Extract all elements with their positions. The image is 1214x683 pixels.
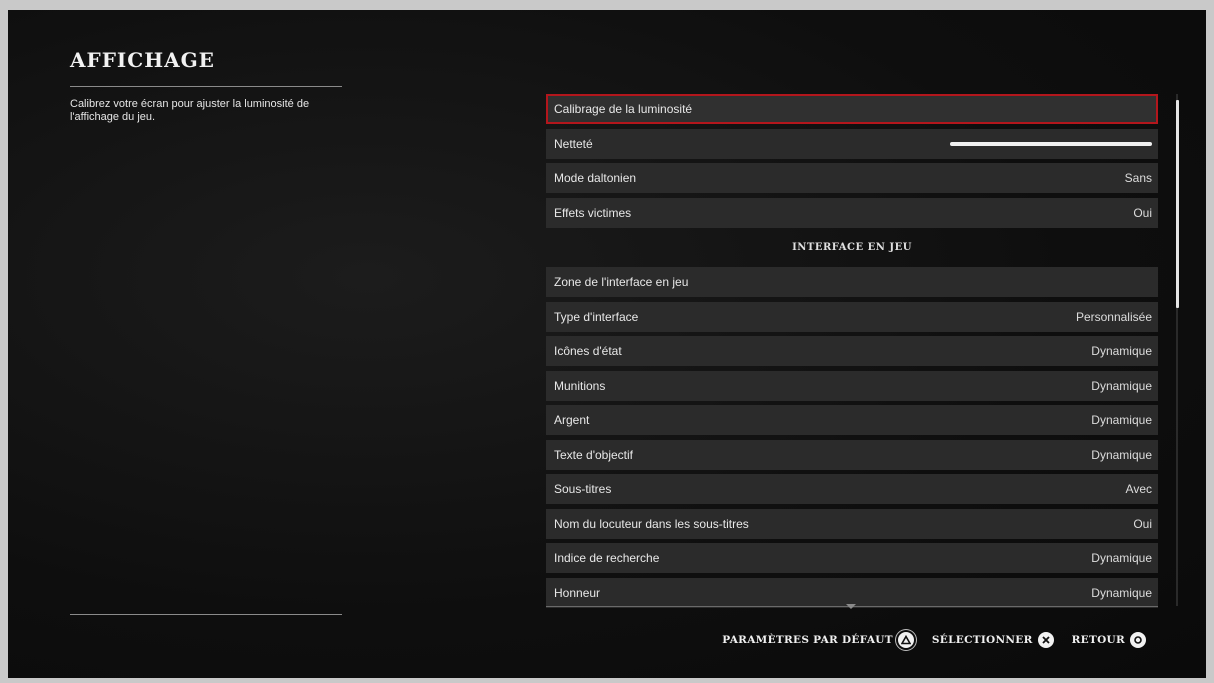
row-subtitles[interactable]: Sous-titres Avec xyxy=(546,474,1158,504)
row-label: Munitions xyxy=(554,379,606,393)
button-prompts: PARAMÈTRES PAR DÉFAUT SÉLECTIONNER RETOU… xyxy=(710,632,1146,648)
defaults-action[interactable]: PARAMÈTRES PAR DÉFAUT xyxy=(722,632,914,648)
row-label: Texte d'objectif xyxy=(554,448,634,462)
row-label: Netteté xyxy=(554,137,593,151)
settings-screen: AFFICHAGE Calibrez votre écran pour ajus… xyxy=(8,10,1206,678)
row-speaker-name[interactable]: Nom du locuteur dans les sous-titres Oui xyxy=(546,509,1158,539)
row-status-icons[interactable]: Icônes d'état Dynamique xyxy=(546,336,1158,366)
row-ammo[interactable]: Munitions Dynamique xyxy=(546,371,1158,401)
row-value: Personnalisée xyxy=(1075,310,1152,324)
row-value: Sans xyxy=(1124,171,1152,185)
row-value: Dynamique xyxy=(1091,448,1152,462)
row-label: Honneur xyxy=(554,586,601,600)
row-colorblind-mode[interactable]: Mode daltonien Sans xyxy=(546,163,1158,193)
select-action[interactable]: SÉLECTIONNER xyxy=(932,632,1054,648)
row-value: Dynamique xyxy=(1091,413,1152,427)
row-value: Dynamique xyxy=(1091,551,1152,565)
page-title: AFFICHAGE xyxy=(70,48,215,72)
row-value: Oui xyxy=(1133,206,1152,220)
row-money[interactable]: Argent Dynamique xyxy=(546,405,1158,435)
row-hud-type[interactable]: Type d'interface Personnalisée xyxy=(546,302,1158,332)
row-label: Sous-titres xyxy=(554,482,612,496)
row-label: Icônes d'état xyxy=(554,344,622,358)
row-wanted-indicator[interactable]: Indice de recherche Dynamique xyxy=(546,543,1158,573)
cross-button-icon xyxy=(1037,632,1054,648)
row-value: Dynamique xyxy=(1091,344,1152,358)
row-value: Avec xyxy=(1125,482,1152,496)
triangle-button-icon xyxy=(897,632,914,648)
sharpness-slider[interactable] xyxy=(950,142,1152,146)
row-label: Type d'interface xyxy=(554,310,639,324)
row-value: Oui xyxy=(1133,517,1152,531)
row-brightness-calibration[interactable]: Calibrage de la luminosité xyxy=(546,94,1158,124)
title-divider xyxy=(70,86,342,87)
row-label: Mode daltonien xyxy=(554,171,637,185)
row-victim-effects[interactable]: Effets victimes Oui xyxy=(546,198,1158,228)
select-label: SÉLECTIONNER xyxy=(931,634,1033,646)
section-header-hud: INTERFACE EN JEU xyxy=(792,242,912,253)
row-value: Dynamique xyxy=(1091,586,1152,600)
row-hud-area[interactable]: Zone de l'interface en jeu xyxy=(546,267,1158,297)
row-label: Indice de recherche xyxy=(554,551,660,565)
scroll-down-indicator-icon xyxy=(846,604,856,609)
row-value: Dynamique xyxy=(1091,379,1152,393)
row-sharpness[interactable]: Netteté xyxy=(546,129,1158,159)
back-label: RETOUR xyxy=(1071,634,1125,646)
setting-description: Calibrez votre écran pour ajuster la lum… xyxy=(70,98,310,123)
defaults-label: PARAMÈTRES PAR DÉFAUT xyxy=(722,634,893,646)
description-bottom-divider xyxy=(70,614,342,615)
row-label: Zone de l'interface en jeu xyxy=(554,275,689,289)
row-objective-text[interactable]: Texte d'objectif Dynamique xyxy=(546,440,1158,470)
row-label: Argent xyxy=(554,413,590,427)
row-label: Calibrage de la luminosité xyxy=(554,102,693,116)
row-label: Effets victimes xyxy=(554,206,632,220)
circle-button-icon xyxy=(1130,632,1146,648)
scrollbar-thumb[interactable] xyxy=(1176,100,1179,308)
back-action[interactable]: RETOUR xyxy=(1072,632,1146,648)
row-label: Nom du locuteur dans les sous-titres xyxy=(554,517,749,531)
